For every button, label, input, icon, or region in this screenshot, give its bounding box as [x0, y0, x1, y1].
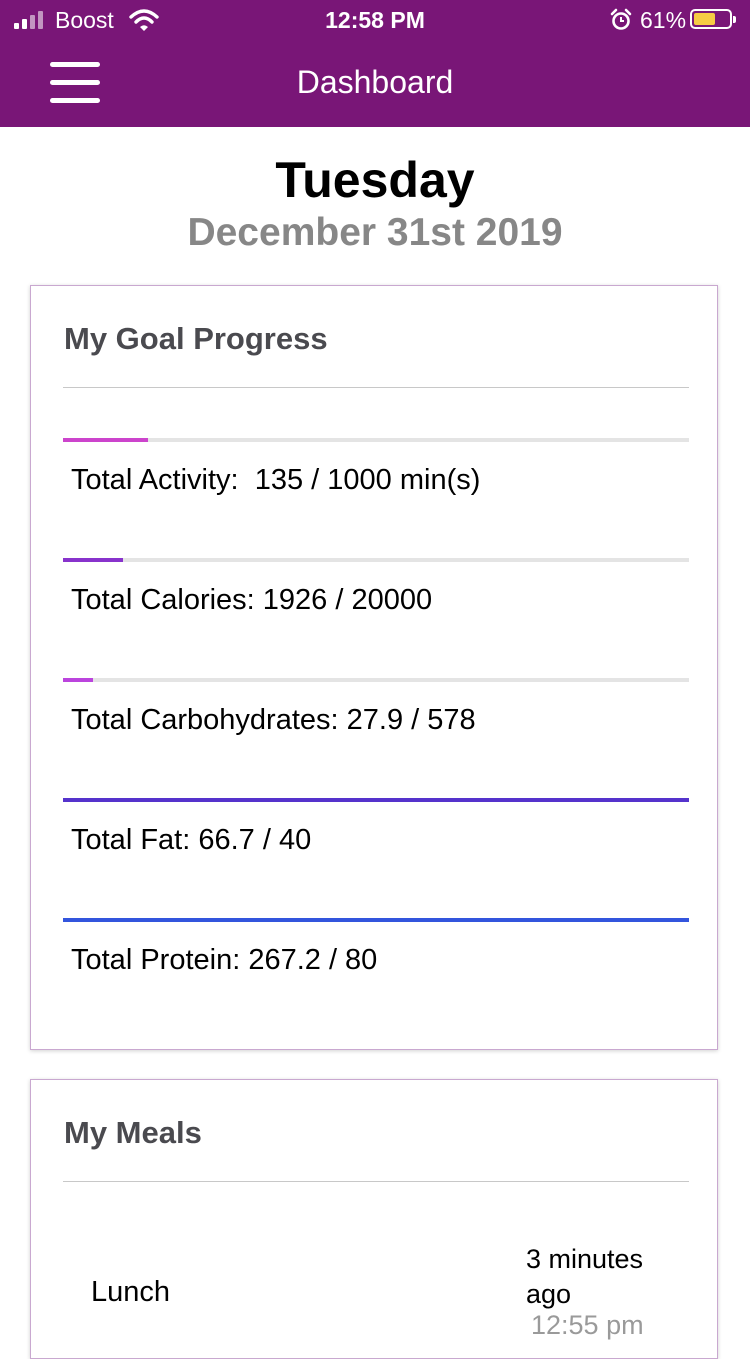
progress-bar-protein [63, 918, 689, 922]
progress-track-activity [63, 438, 689, 442]
progress-track-protein [63, 918, 689, 922]
goal-progress-card: My Goal Progress Total Activity: 135 / 1… [30, 285, 718, 1050]
page-title: Dashboard [296, 64, 454, 100]
goal-protein-label: Total Protein: 267.2 / 80 [71, 944, 378, 976]
meal-time: 12:55 pm [531, 1310, 644, 1340]
progress-track-calories [63, 558, 689, 562]
card-title: My Goal Progress [64, 321, 328, 356]
progress-bar-carbohydrates [63, 678, 93, 682]
alarm-icon [610, 8, 632, 30]
meal-relative-time: 3 minutes ago [526, 1244, 644, 1309]
goal-activity-label: Total Activity: 135 / 1000 min(s) [71, 464, 481, 496]
goal-calories-label: Total Calories: 1926 / 20000 [71, 584, 433, 616]
battery-level-fill [694, 13, 715, 25]
divider [63, 1181, 689, 1182]
progress-track-carbohydrates [63, 678, 689, 682]
status-bar: Boost 12:58 PM 61% [0, 0, 750, 42]
meal-name: Lunch [91, 1276, 171, 1308]
goal-carbohydrates-label: Total Carbohydrates: 27.9 / 578 [71, 704, 476, 736]
progress-bar-activity [63, 438, 148, 442]
divider [63, 387, 689, 388]
battery-icon [690, 9, 736, 29]
goal-fat-label: Total Fat: 66.7 / 40 [71, 824, 312, 856]
top-bar: Boost 12:58 PM 61% Dashboard [0, 0, 750, 127]
day-heading: Tuesday [275, 152, 475, 208]
battery-percent: 61% [640, 7, 687, 33]
progress-bar-fat [63, 798, 689, 802]
meals-card: My Meals Lunch 3 minutes ago 12:55 pm [30, 1079, 718, 1359]
card-title: My Meals [64, 1115, 202, 1150]
progress-bar-calories [63, 558, 123, 562]
status-time: 12:58 PM [325, 7, 425, 33]
date-subheading: December 31st 2019 [187, 211, 563, 254]
progress-track-fat [63, 798, 689, 802]
